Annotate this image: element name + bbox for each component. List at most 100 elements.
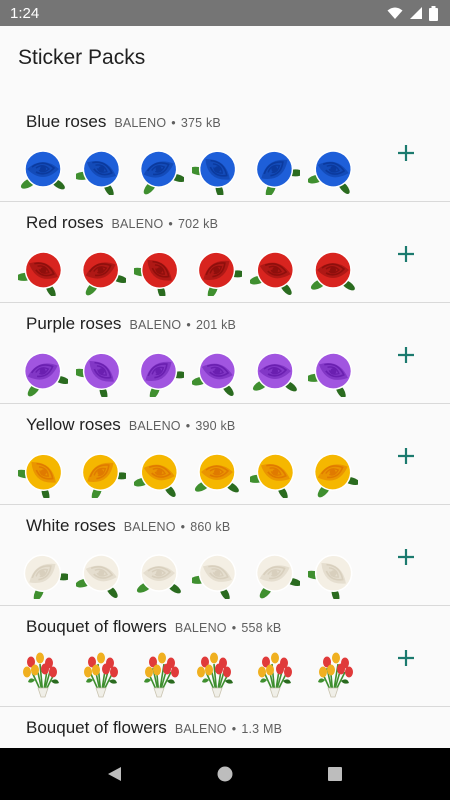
add-pack-button[interactable]	[392, 644, 420, 672]
meta-separator: •	[231, 722, 237, 736]
pack-header: White roses BALENO • 860 kB	[26, 516, 230, 536]
rose-sticker	[76, 554, 121, 598]
sticker-pack-list[interactable]: Blue roses BALENO • 375 kB Red roses BAL…	[0, 101, 450, 748]
sticker-preview-row	[18, 347, 366, 397]
rose-sticker	[250, 251, 295, 295]
rose-sticker	[134, 251, 179, 296]
add-pack-button[interactable]	[392, 139, 420, 167]
bouquet-sticker	[84, 652, 118, 698]
rose-sticker	[18, 453, 63, 498]
rose-sticker	[252, 352, 297, 392]
pack-header: Bouquet of flowers BALENO • 1.3 MB	[26, 718, 282, 738]
pack-name: Bouquet of flowers	[26, 718, 167, 737]
sticker-pack-row[interactable]: Purple roses BALENO • 201 kB	[0, 303, 450, 404]
rose-sticker	[255, 554, 300, 599]
pack-name: Blue roses	[26, 112, 107, 131]
back-icon	[108, 767, 121, 781]
rose-sticker	[197, 251, 242, 296]
back-button[interactable]	[100, 759, 130, 789]
sticker-pack-row[interactable]: Bouquet of flowers BALENO • 558 kB	[0, 606, 450, 707]
status-icons	[387, 5, 438, 21]
rose-sticker	[134, 453, 179, 497]
pack-size: 558 kB	[241, 621, 282, 635]
bouquet-sticker	[258, 652, 292, 698]
meta-separator: •	[231, 621, 237, 635]
pack-size: 702 kB	[177, 217, 219, 231]
pack-meta: BALENO • 375 kB	[114, 116, 221, 130]
rose-sticker	[192, 554, 237, 599]
pack-header: Bouquet of flowers BALENO • 558 kB	[26, 617, 281, 637]
pack-publisher: BALENO	[111, 217, 164, 231]
sticker-pack-row[interactable]: Bouquet of flowers BALENO • 1.3 MB	[0, 707, 450, 748]
rose-sticker	[310, 251, 355, 291]
pack-publisher: BALENO	[129, 318, 182, 332]
bouquet-sticker	[23, 652, 59, 698]
bouquet-sticker	[318, 652, 353, 698]
cellular-signal-icon	[410, 7, 422, 19]
rose-sticker	[76, 150, 121, 195]
add-pack-button[interactable]	[392, 341, 420, 369]
sticker-pack-row[interactable]: Blue roses BALENO • 375 kB	[0, 101, 450, 202]
rose-sticker	[136, 554, 181, 594]
home-icon	[217, 766, 233, 782]
meta-separator: •	[185, 419, 191, 433]
rose-sticker	[313, 453, 358, 498]
add-pack-button[interactable]	[392, 240, 420, 268]
pack-name: Bouquet of flowers	[26, 617, 167, 636]
sticker-pack-row[interactable]: White roses BALENO • 860 kB	[0, 505, 450, 606]
home-button[interactable]	[210, 759, 240, 789]
pack-publisher: BALENO	[174, 621, 227, 635]
rose-sticker	[23, 352, 68, 397]
recents-button[interactable]	[320, 759, 350, 789]
sticker-preview-row	[18, 145, 366, 195]
pack-size: 1.3 MB	[241, 722, 283, 736]
recents-icon	[328, 767, 342, 781]
plus-icon	[398, 448, 414, 464]
rose-sticker	[139, 150, 184, 195]
rose-sticker	[81, 453, 126, 498]
rose-sticker	[308, 554, 353, 599]
meta-separator: •	[171, 116, 176, 130]
plus-icon	[398, 549, 414, 565]
sticker-preview-row	[18, 549, 366, 599]
pack-size: 375 kB	[180, 116, 221, 130]
pack-meta: BALENO • 702 kB	[111, 217, 218, 231]
pack-meta: BALENO • 390 kB	[129, 419, 236, 433]
rose-sticker	[18, 251, 63, 296]
sticker-pack-row[interactable]: Red roses BALENO • 702 kB	[0, 202, 450, 303]
pack-header: Yellow roses BALENO • 390 kB	[26, 415, 235, 435]
rose-sticker	[139, 352, 184, 397]
add-pack-button[interactable]	[392, 442, 420, 470]
plus-icon	[398, 650, 414, 666]
meta-separator: •	[180, 520, 186, 534]
pack-header: Red roses BALENO • 702 kB	[26, 213, 218, 233]
wifi-icon	[387, 7, 403, 19]
rose-sticker	[194, 453, 239, 493]
pack-header: Blue roses BALENO • 375 kB	[26, 112, 221, 132]
rose-sticker	[255, 150, 300, 195]
status-bar: 1:24	[0, 0, 450, 26]
sticker-pack-row[interactable]: Yellow roses BALENO • 390 kB	[0, 404, 450, 505]
meta-separator: •	[186, 318, 191, 332]
plus-icon	[398, 145, 414, 161]
pack-name: White roses	[26, 516, 116, 535]
pack-name: Yellow roses	[26, 415, 121, 434]
add-pack-button[interactable]	[392, 543, 420, 571]
pack-meta: BALENO • 860 kB	[124, 520, 231, 534]
pack-size: 860 kB	[190, 520, 231, 534]
page-title: Sticker Packs	[18, 46, 146, 69]
pack-size: 390 kB	[195, 419, 236, 433]
rose-sticker	[308, 150, 353, 194]
bouquet-sticker	[144, 652, 179, 698]
plus-icon	[398, 246, 414, 262]
pack-publisher: BALENO	[114, 116, 167, 130]
sticker-preview-row	[18, 650, 366, 700]
sticker-preview-row	[18, 246, 366, 296]
pack-meta: BALENO • 201 kB	[129, 318, 236, 332]
rose-sticker	[192, 352, 237, 396]
navigation-bar	[0, 748, 450, 800]
pack-name: Purple roses	[26, 314, 122, 333]
plus-icon	[398, 347, 414, 363]
bouquet-sticker	[197, 652, 233, 698]
battery-icon	[429, 5, 438, 21]
